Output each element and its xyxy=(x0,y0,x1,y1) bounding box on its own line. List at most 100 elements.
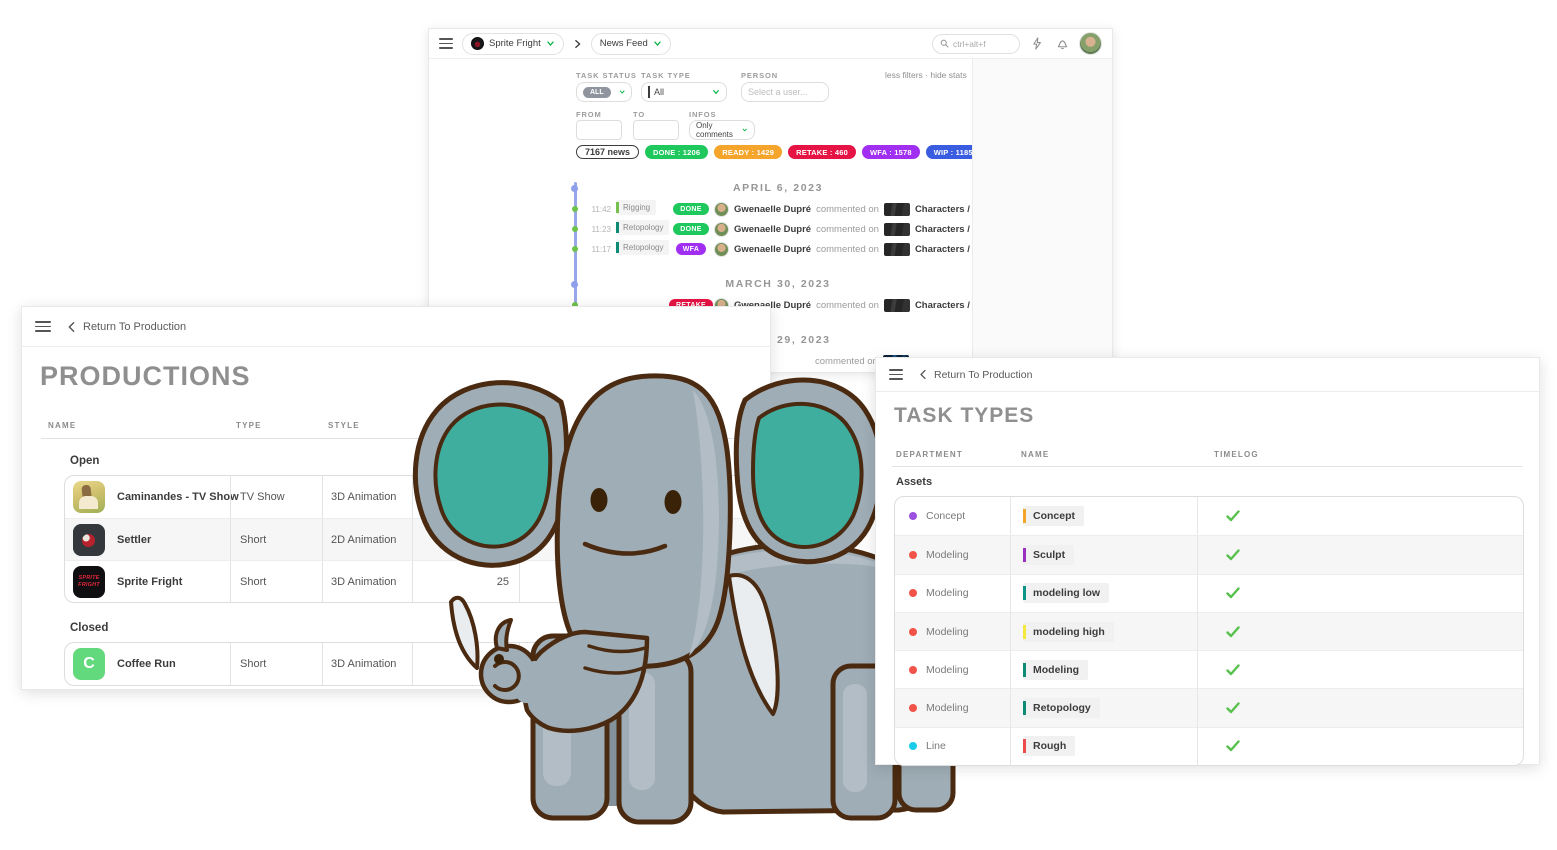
menu-hamburger-icon[interactable] xyxy=(35,321,51,332)
task-status-badge: DONE xyxy=(673,223,708,235)
entry-task-chip-wrap: Rigging xyxy=(616,200,668,218)
department-name: Modeling xyxy=(926,664,969,676)
column-header-style: STYLE xyxy=(328,421,360,430)
news-feed-topbar: Sprite Fright News Feed ctrl+alt+f xyxy=(429,29,1112,59)
task-type-row[interactable]: Modelingmodeling high xyxy=(895,612,1523,650)
menu-hamburger-icon[interactable] xyxy=(889,369,903,380)
entry-task-chip-wrap: Retopology xyxy=(616,240,668,258)
task-type-select[interactable]: All xyxy=(641,82,727,102)
department-name: Modeling xyxy=(926,549,969,561)
department-cell: Concept xyxy=(895,497,1010,535)
to-date-input[interactable] xyxy=(633,120,679,140)
timeline-entry-dot xyxy=(572,226,578,232)
to-filter-label: TO xyxy=(633,110,645,119)
timelog-cell xyxy=(1197,651,1523,688)
return-to-production-link[interactable]: Return To Production xyxy=(67,321,186,333)
task-status-value: ALL xyxy=(583,87,611,98)
timelog-check-icon xyxy=(1226,702,1240,714)
infos-select[interactable]: Only comments xyxy=(689,120,755,140)
timeline-entry: 11:23RetopologyDONEGwenaelle Duprécommen… xyxy=(569,219,987,239)
chevron-down-icon xyxy=(742,126,748,134)
production-name-cell: SPRITE FRIGHTSprite Fright xyxy=(65,561,230,602)
task-type-chip: Retopology xyxy=(616,240,669,255)
notifications-bell-icon[interactable] xyxy=(1054,36,1070,52)
person-filter-label: PERSON xyxy=(741,71,778,80)
entry-action-text: commented on xyxy=(816,224,879,235)
production-type-cell: Short xyxy=(230,519,322,560)
page-dropdown-value: News Feed xyxy=(600,38,648,49)
caminandes-icon xyxy=(73,481,105,513)
department-cell: Modeling xyxy=(895,575,1010,612)
task-type-value: All xyxy=(654,87,664,97)
user-avatar[interactable] xyxy=(1079,32,1102,55)
task-type-name-chip: modeling low xyxy=(1023,583,1109,603)
department-color-dot xyxy=(909,704,917,712)
timelog-check-icon xyxy=(1226,549,1240,561)
department-cell: Modeling xyxy=(895,689,1010,726)
task-type-label: Retopology xyxy=(623,243,663,252)
task-type-row[interactable]: Modeling Sculpt xyxy=(895,535,1523,573)
entry-status-wrap: WFA xyxy=(673,243,709,255)
production-dropdown[interactable]: Sprite Fright xyxy=(462,33,564,55)
department-color-dot xyxy=(909,589,917,597)
task-types-window: Return To Production TASK TYPES DEPARTME… xyxy=(875,357,1540,765)
status-count-badge: READY : 1429 xyxy=(714,145,782,159)
commenter-name[interactable]: Gwenaelle Dupré xyxy=(734,204,811,215)
task-name-cell: Concept xyxy=(1010,497,1197,535)
menu-hamburger-icon[interactable] xyxy=(439,38,453,49)
return-to-production-label: Return To Production xyxy=(83,321,186,333)
production-name: Settler xyxy=(117,534,151,546)
task-type-color-bar xyxy=(616,242,619,253)
page-title: TASK TYPES xyxy=(894,404,1034,428)
task-name-cell: Retopology xyxy=(1010,689,1197,726)
department-color-dot xyxy=(909,512,917,520)
stats-side-panel xyxy=(972,59,1112,372)
from-date-input[interactable] xyxy=(576,120,622,140)
department-cell: Line xyxy=(895,728,1010,765)
entity-thumbnail xyxy=(884,299,910,312)
task-status-select[interactable]: ALL xyxy=(576,82,632,102)
from-filter-label: FROM xyxy=(576,110,602,119)
task-type-chip: Retopology xyxy=(616,220,669,235)
task-name-cell: Rough xyxy=(1010,728,1197,765)
department-name: Modeling xyxy=(926,587,969,599)
department-color-dot xyxy=(909,742,917,750)
production-name-cell: Settler xyxy=(65,519,230,560)
task-type-color-bar xyxy=(616,222,619,233)
news-total-badge: 7167 news xyxy=(576,145,639,159)
entry-action-text: commented on xyxy=(816,204,879,215)
task-type-row[interactable]: ConceptConcept xyxy=(895,497,1523,535)
task-type-color-bar xyxy=(1023,548,1026,562)
task-types-topbar: Return To Production xyxy=(876,358,1539,392)
task-type-row[interactable]: LineRough xyxy=(895,727,1523,765)
coffee-run-icon: C xyxy=(73,648,105,680)
return-to-production-link[interactable]: Return To Production xyxy=(919,369,1032,381)
task-type-color-bar xyxy=(1023,663,1026,677)
entity-thumbnail xyxy=(884,203,910,216)
entry-status-wrap: DONE xyxy=(673,203,709,215)
task-name-cell: Modeling xyxy=(1010,651,1197,688)
commenter-name[interactable]: Gwenaelle Dupré xyxy=(734,244,811,255)
person-select[interactable]: Select a user... xyxy=(741,82,829,102)
task-type-row[interactable]: ModelingRetopology xyxy=(895,688,1523,726)
production-name-cell: CCoffee Run xyxy=(65,643,230,685)
timeline-date-dot xyxy=(571,281,578,288)
department-cell: Modeling xyxy=(895,536,1010,573)
task-status-filter-label: TASK STATUS xyxy=(576,71,637,80)
task-type-row[interactable]: Modeling modeling low xyxy=(895,574,1523,612)
status-count-badge: WFA : 1578 xyxy=(862,145,920,159)
task-types-group: ConceptConceptModelingSculptModelingmode… xyxy=(894,496,1524,766)
commenter-avatar xyxy=(714,222,729,237)
chevron-left-icon xyxy=(919,369,927,380)
commenter-name[interactable]: Gwenaelle Dupré xyxy=(734,224,811,235)
task-type-row[interactable]: Modeling Modeling xyxy=(895,650,1523,688)
timeline-entry-dot xyxy=(572,206,578,212)
search-input[interactable]: ctrl+alt+f xyxy=(932,34,1020,54)
task-type-name-chip: Sculpt xyxy=(1023,545,1074,565)
timeline-entry: 11:42RiggingDONEGwenaelle Duprécommented… xyxy=(569,199,987,219)
quick-actions-icon[interactable] xyxy=(1029,36,1045,52)
page-dropdown[interactable]: News Feed xyxy=(591,33,671,55)
less-filters-link[interactable]: less filters · hide stats xyxy=(885,70,967,80)
department-cell: Modeling xyxy=(895,613,1010,650)
entry-action-text: commented on xyxy=(815,356,878,367)
